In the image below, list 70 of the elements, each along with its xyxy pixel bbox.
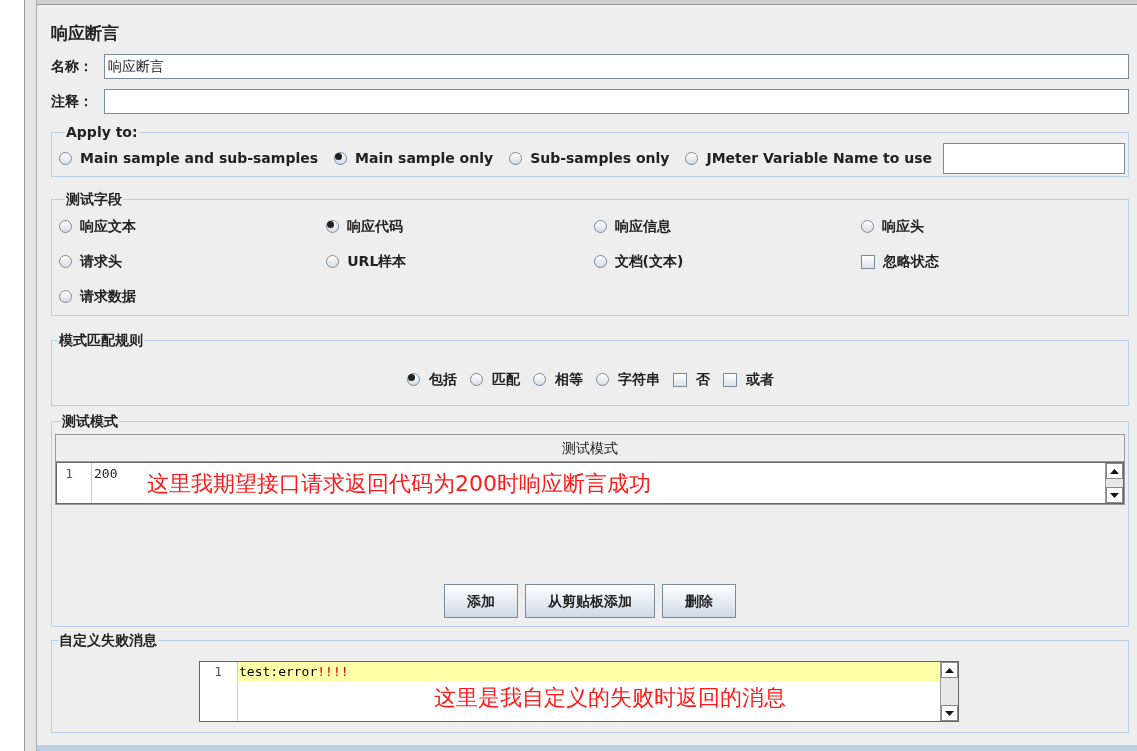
name-field[interactable]: 响应断言	[104, 54, 1129, 79]
checkbox[interactable]	[672, 372, 687, 387]
scrollbar[interactable]	[940, 662, 958, 721]
radio-button[interactable]	[595, 373, 609, 386]
option-label: 忽略状态	[882, 252, 939, 271]
radio-button[interactable]	[685, 152, 699, 165]
option-label: 包括	[428, 370, 457, 389]
group-title: Apply to:	[65, 123, 139, 142]
option-label: 否	[695, 370, 710, 389]
radio-button[interactable]	[326, 220, 340, 233]
down-arrow-icon	[1110, 492, 1119, 498]
option-label: JMeter Variable Name to use	[706, 149, 932, 168]
line-number: 1	[57, 463, 92, 503]
option-label: 或者	[745, 370, 774, 389]
radio-button[interactable]	[406, 373, 420, 386]
radio-button[interactable]	[469, 373, 483, 386]
scroll-down-button[interactable]	[941, 705, 958, 721]
option-label: Main sample and sub-samples	[80, 149, 319, 168]
checkbox[interactable]	[860, 254, 875, 269]
scroll-up-button[interactable]	[941, 662, 958, 678]
scroll-up-button[interactable]	[1106, 463, 1123, 479]
comment-field[interactable]	[104, 89, 1129, 114]
radio-button[interactable]	[532, 373, 546, 386]
option-label: 字符串	[617, 370, 660, 389]
action-button[interactable]: 添加	[444, 584, 518, 618]
down-arrow-icon	[945, 710, 954, 716]
radio-button[interactable]	[59, 152, 72, 165]
splitter[interactable]	[25, 0, 37, 751]
field-label: 注释：	[51, 92, 94, 111]
group-title: 自定义失败消息	[58, 631, 158, 650]
pattern-text[interactable]: 200	[92, 463, 118, 503]
action-button[interactable]: 删除	[662, 584, 736, 618]
radio-button[interactable]	[59, 290, 72, 303]
annotation-text: 这里是我自定义的失败时返回的消息	[434, 684, 786, 712]
checkbox[interactable]	[722, 372, 737, 387]
option-label: 请求数据	[80, 287, 136, 306]
option-label: Main sample only	[355, 149, 494, 168]
variable-name-field[interactable]	[943, 143, 1125, 174]
annotation-text: 这里我期望接口请求返回代码为200时响应断言成功	[147, 470, 651, 498]
option-label: 匹配	[491, 370, 520, 389]
option-label: Sub-samples only	[530, 149, 670, 168]
radio-button[interactable]	[334, 152, 348, 165]
option-label: 响应文本	[80, 217, 136, 236]
radio-button[interactable]	[593, 255, 607, 268]
message-text[interactable]: test:error!!!!	[238, 662, 940, 682]
option-label: 响应信息	[614, 217, 671, 236]
option-label: 请求头	[80, 252, 122, 271]
action-button[interactable]: 从剪贴板添加	[525, 584, 655, 618]
radio-button[interactable]	[59, 255, 72, 268]
option-label: URL样本	[347, 252, 407, 271]
option-label: 响应代码	[347, 217, 404, 236]
option-label: 相等	[554, 370, 583, 389]
group-title: 测试字段	[65, 190, 123, 209]
panel-title: 响应断言	[51, 23, 120, 43]
scroll-down-button[interactable]	[1106, 487, 1123, 503]
radio-button[interactable]	[860, 220, 874, 233]
line-number: 1	[213, 663, 223, 680]
group-title: 测试模式	[61, 412, 119, 431]
radio-button[interactable]	[509, 152, 523, 165]
radio-button[interactable]	[59, 220, 72, 233]
radio-button[interactable]	[593, 220, 607, 233]
option-label: 响应头	[881, 217, 924, 236]
field-label: 名称：	[51, 57, 94, 76]
group-title: 模式匹配规则	[58, 331, 144, 350]
message-editor[interactable]: 1 test:error!!!! 这里是我自定义的失败时返回的消息	[199, 661, 959, 722]
option-label: 文档(文本)	[614, 252, 684, 271]
up-arrow-icon	[945, 667, 954, 673]
up-arrow-icon	[1110, 468, 1119, 474]
radio-button[interactable]	[326, 255, 340, 268]
scrollbar[interactable]	[1105, 463, 1123, 503]
